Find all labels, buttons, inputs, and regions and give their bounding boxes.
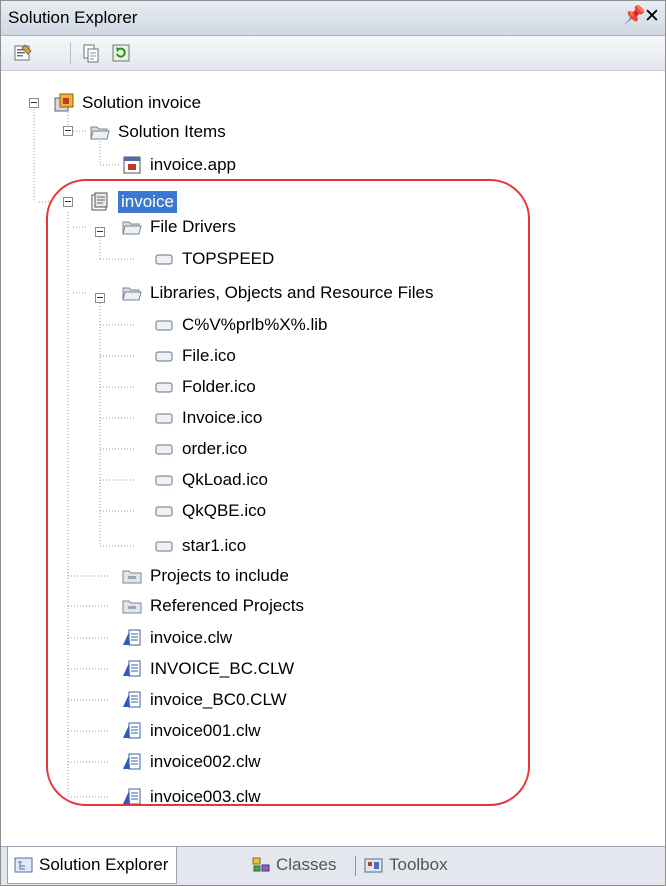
toolbar-separator [70,42,71,64]
bottom-tab-strip: Solution Explorer Classes Toolbox [1,846,665,885]
solution-explorer-icon [14,857,33,873]
refresh-icon[interactable] [111,43,131,63]
tab-label: Toolbox [389,855,448,874]
tree-item-invoice-app[interactable]: invoice.app [122,151,236,179]
tab-toolbox[interactable]: Toolbox [364,847,448,883]
tab-solution-explorer[interactable]: Solution Explorer [7,847,178,884]
folder-open-icon [90,126,110,140]
title-bar: Solution Explorer 📌 ✕ [1,1,665,36]
tab-label: Solution Explorer [39,855,169,874]
tab-separator [355,856,356,876]
solution-icon [54,93,74,112]
collapse-toggle-solution[interactable] [29,98,39,108]
panel-title: Solution Explorer [8,8,138,27]
classes-icon [252,857,270,872]
tree-item-solution-items[interactable]: Solution Items [90,118,226,146]
toolbox-icon [364,858,383,873]
show-all-files-icon[interactable] [81,43,101,63]
highlight-outline [46,179,530,806]
collapse-toggle-solution-items[interactable] [63,126,73,136]
tree-item-label: Solution Items [118,122,226,141]
properties-icon[interactable] [13,43,33,63]
tab-label: Classes [276,855,337,874]
tree-item-solution[interactable]: Solution invoice [54,89,201,117]
tree-item-label: Solution invoice [82,93,202,112]
tab-classes[interactable]: Classes [251,847,336,883]
toolbar [1,36,665,71]
app-file-icon [123,156,141,174]
tree-item-label: invoice.app [150,155,237,174]
pin-icon[interactable]: 📌 [623,5,645,26]
close-icon[interactable]: ✕ [644,5,660,28]
